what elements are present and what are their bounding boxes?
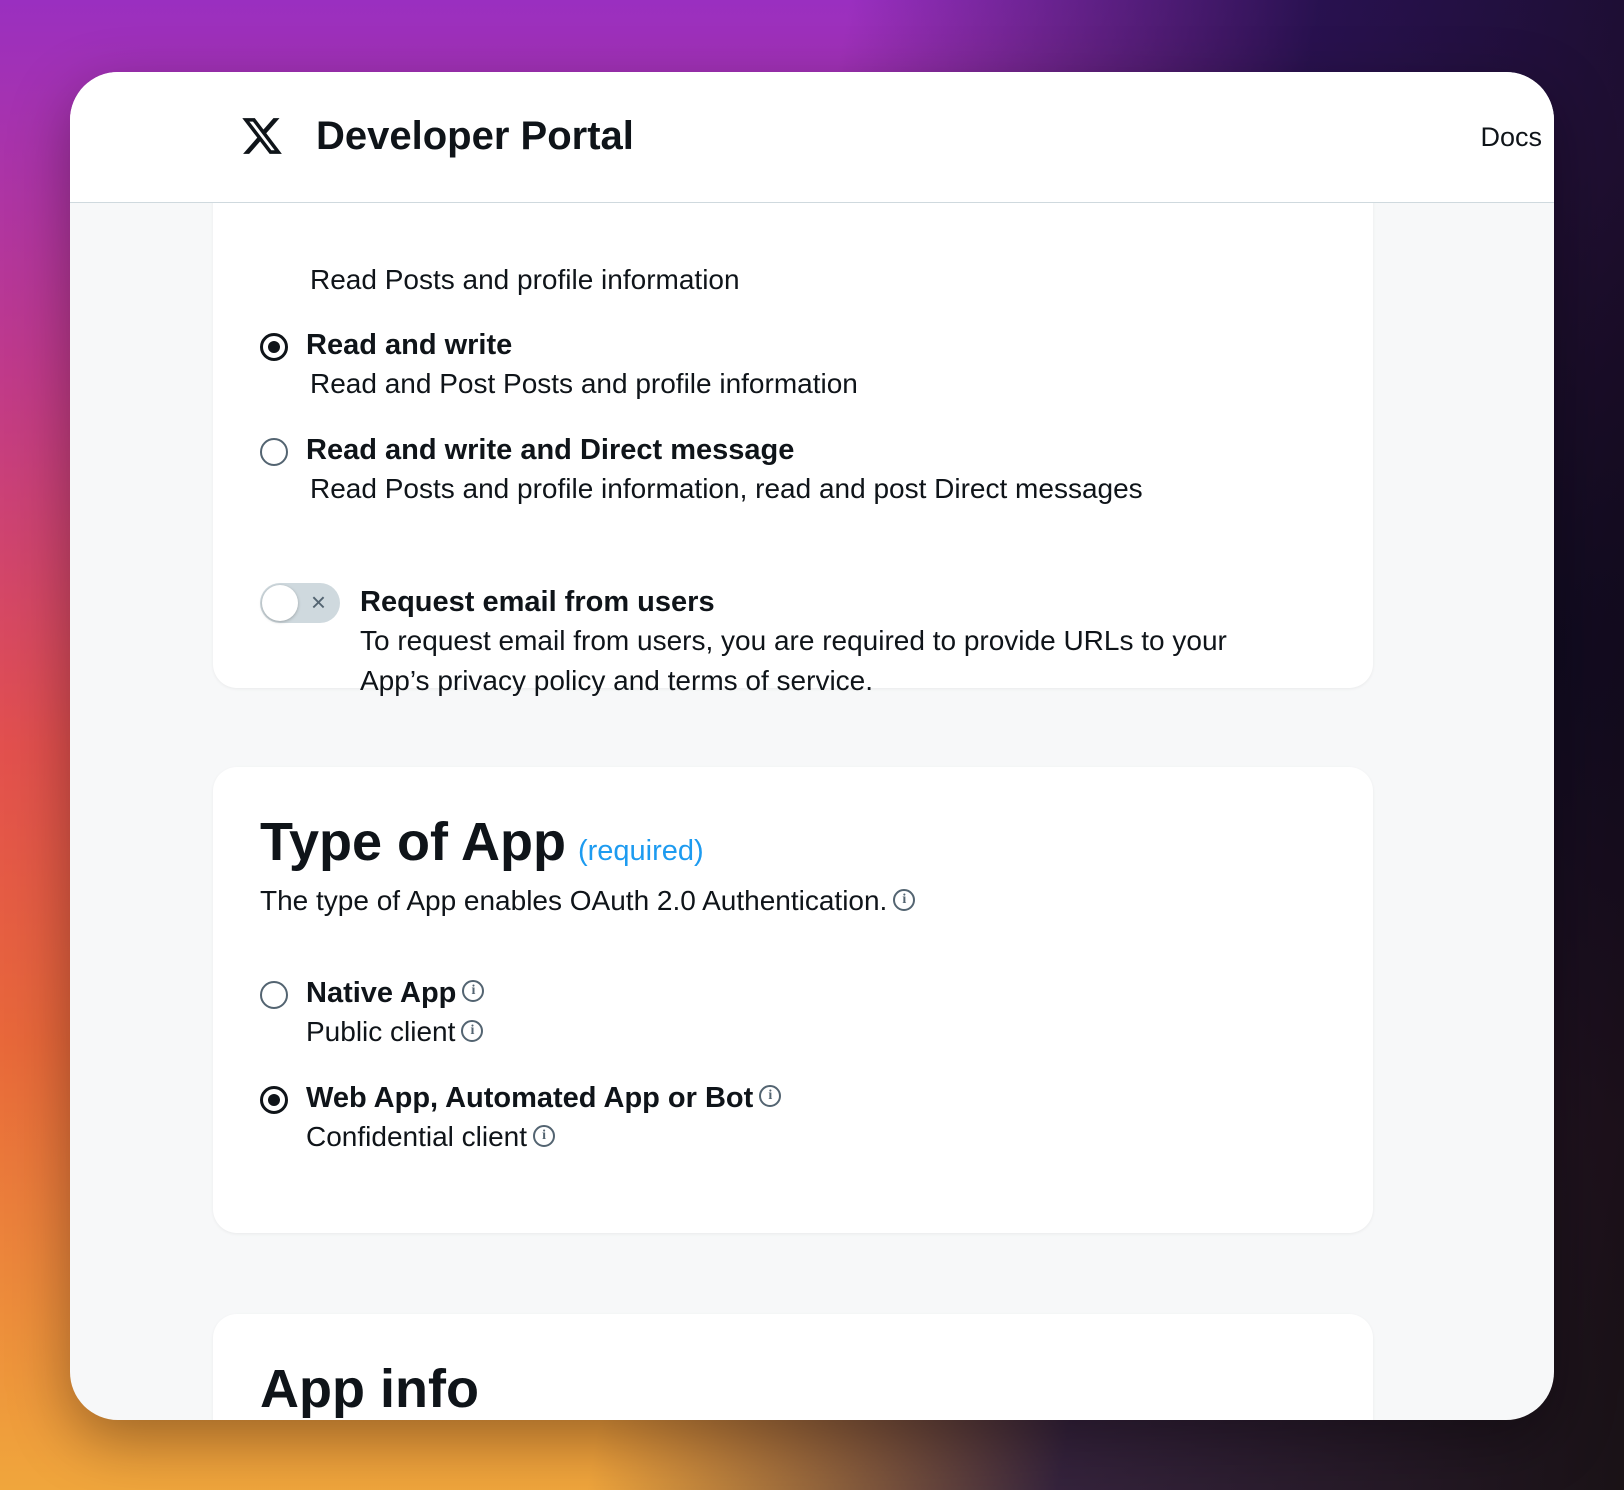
page-title: Developer Portal [316,114,634,158]
read-write-label: Read and write [306,329,513,361]
x-logo-icon[interactable] [240,114,284,158]
browser-window: Developer Portal Docs Read Posts and pro… [70,72,1554,1420]
web-app-label: Web App, Automated App or Bot i [306,1082,782,1115]
web-app-title: Web App, Automated App or Bot [306,1082,754,1114]
top-header: Developer Portal Docs [70,72,1554,203]
docs-link[interactable]: Docs [1480,122,1542,153]
read-write-dm-label: Read and write and Direct message [306,434,795,466]
type-of-app-subtitle-text: The type of App enables OAuth 2.0 Authen… [260,885,888,916]
info-icon[interactable]: i [461,1019,484,1042]
app-info-title: App info [260,1359,479,1419]
request-email-desc-2: App’s privacy policy and terms of servic… [360,665,874,696]
section-heading-type-of-app: Type of App (required) [260,811,704,873]
confidential-client-text: Confidential client [306,1121,528,1152]
read-write-desc: Read and Post Posts and profile informat… [310,368,858,399]
type-of-app-subtitle: The type of App enables OAuth 2.0 Authen… [260,885,916,917]
info-icon[interactable]: i [533,1124,556,1147]
app-info-card: App info [213,1314,1373,1420]
read-option-desc: Read Posts and profile information [310,264,740,295]
radio-native-app[interactable] [260,981,288,1009]
type-of-app-title: Type of App [260,812,566,872]
toggle-knob [262,585,298,621]
request-email-label: Request email from users [360,586,715,618]
radio-read-write-dm[interactable] [260,438,288,466]
web-app-desc: Confidential client i [306,1121,556,1153]
info-icon[interactable]: i [893,888,916,911]
info-icon[interactable]: i [759,1085,782,1108]
read-write-dm-desc: Read Posts and profile information, read… [310,473,1143,504]
native-app-title: Native App [306,977,457,1009]
request-email-toggle[interactable]: × [260,583,340,623]
type-of-app-card: Type of App (required) The type of App en… [213,767,1373,1233]
public-client-text: Public client [306,1016,456,1047]
radio-web-app[interactable] [260,1086,288,1114]
required-label: (required) [577,835,704,867]
radio-read-and-write[interactable] [260,333,288,361]
info-icon[interactable]: i [462,980,485,1003]
close-icon: × [310,587,326,617]
app-permissions-card: Read Posts and profile information Read … [213,152,1373,696]
request-email-desc-1: To request email from users, you are req… [360,625,1227,656]
native-app-desc: Public client i [306,1016,484,1048]
native-app-label: Native App i [306,977,485,1010]
